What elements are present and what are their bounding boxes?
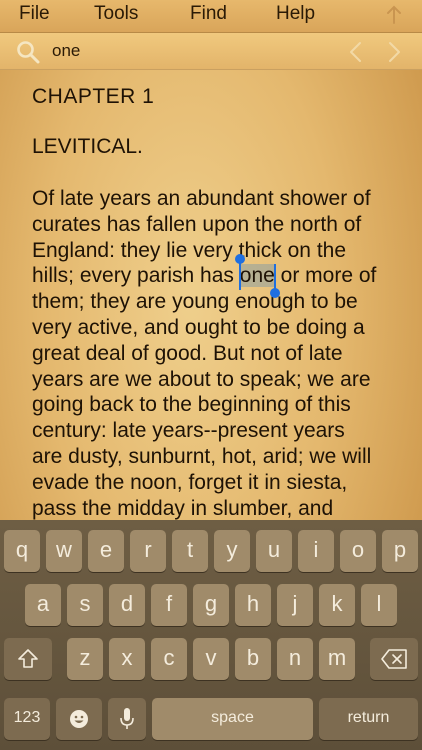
key-v[interactable]: v [193, 638, 229, 680]
key-o[interactable]: o [340, 530, 376, 572]
key-m[interactable]: m [319, 638, 355, 680]
book-text[interactable]: CHAPTER 1 LEVITICAL. Of late years an ab… [32, 80, 408, 520]
key-r[interactable]: r [130, 530, 166, 572]
key-c[interactable]: c [151, 638, 187, 680]
search-input[interactable] [52, 38, 332, 64]
key-n[interactable]: n [277, 638, 313, 680]
key-y[interactable]: y [214, 530, 250, 572]
key-u[interactable]: u [256, 530, 292, 572]
shift-key[interactable] [4, 638, 52, 680]
dictation-key[interactable] [108, 698, 146, 740]
menu-find[interactable]: Find [190, 3, 227, 25]
text-line: England: they lie very thick on the [32, 238, 347, 262]
backspace-icon [381, 649, 407, 669]
selection-start-handle[interactable] [234, 254, 245, 291]
menu-bar: File Tools Find Help [0, 0, 422, 33]
key-q[interactable]: q [4, 530, 40, 572]
text-line: very active, and ought to be doing a [32, 315, 365, 339]
key-s[interactable]: s [67, 584, 103, 626]
text-line: great deal of good. But not of late [32, 341, 343, 365]
key-a[interactable]: a [25, 584, 61, 626]
key-j[interactable]: j [277, 584, 313, 626]
selection-end-handle[interactable] [269, 264, 280, 299]
chevron-right-icon[interactable] [384, 40, 404, 64]
text-line: pass the midday in slumber, and [32, 496, 334, 520]
text-line: hills; every parish has one or more of [32, 254, 408, 299]
arrow-up-icon[interactable] [384, 4, 404, 26]
shift-icon [18, 649, 38, 668]
microphone-icon [120, 708, 134, 729]
text-before-highlight: hills; every parish has [32, 264, 240, 288]
key-w[interactable]: w [46, 530, 82, 572]
key-f[interactable]: f [151, 584, 187, 626]
search-highlight[interactable]: one [234, 254, 280, 299]
key-h[interactable]: h [235, 584, 271, 626]
menu-help[interactable]: Help [276, 3, 315, 25]
return-key[interactable]: return [319, 698, 418, 740]
keyboard: q w e r t y u i o p a s d f g h j k l z … [0, 520, 422, 750]
text-line: going back to the beginning of this [32, 393, 351, 417]
text-line: century: late years--present years [32, 419, 345, 443]
numbers-key[interactable]: 123 [4, 698, 50, 740]
text-line: are dusty, sunburnt, hot, arid; we will [32, 444, 372, 468]
emoji-key[interactable] [56, 698, 102, 740]
text-line: them; they are young enough to be [32, 290, 358, 314]
text-after-highlight: or more of [274, 264, 377, 288]
key-z[interactable]: z [67, 638, 103, 680]
key-p[interactable]: p [382, 530, 418, 572]
text-line: Of late years an abundant shower of [32, 187, 371, 210]
text-line: years are we about to speak; we are [32, 367, 371, 391]
highlight-text: one [239, 264, 275, 288]
paragraph: Of late years an abundant shower of cura… [32, 186, 408, 520]
text-line: evade the noon, forget it in siesta, [32, 470, 348, 494]
key-i[interactable]: i [298, 530, 334, 572]
key-b[interactable]: b [235, 638, 271, 680]
key-k[interactable]: k [319, 584, 355, 626]
key-x[interactable]: x [109, 638, 145, 680]
search-bar [0, 33, 422, 70]
menu-file[interactable]: File [19, 3, 50, 25]
menu-tools[interactable]: Tools [94, 3, 138, 25]
chapter-title: CHAPTER 1 [32, 85, 155, 108]
key-e[interactable]: e [88, 530, 124, 572]
section-title: LEVITICAL. [32, 135, 143, 158]
search-icon [17, 41, 40, 64]
space-key[interactable]: space [152, 698, 313, 740]
key-t[interactable]: t [172, 530, 208, 572]
key-l[interactable]: l [361, 584, 397, 626]
key-d[interactable]: d [109, 584, 145, 626]
chevron-left-icon[interactable] [346, 40, 366, 64]
key-g[interactable]: g [193, 584, 229, 626]
emoji-icon [70, 710, 88, 728]
delete-key[interactable] [370, 638, 418, 680]
text-line: curates has fallen upon the north of [32, 212, 362, 236]
